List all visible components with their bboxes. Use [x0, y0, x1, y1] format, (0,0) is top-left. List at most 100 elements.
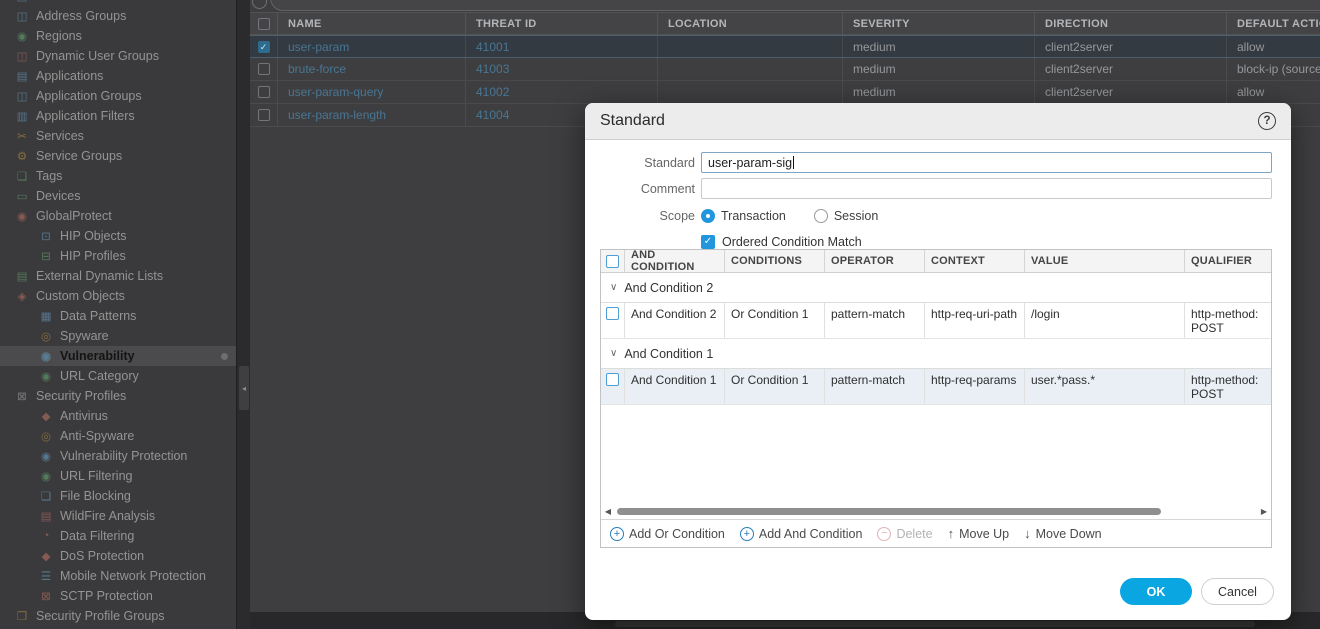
condition-row[interactable]: And Condition 2 Or Condition 1 pattern-m…: [601, 303, 1271, 339]
move-up-button[interactable]: ↑ Move Up: [948, 526, 1010, 541]
column-header-threat-id[interactable]: THREAT ID: [466, 13, 658, 34]
tags-icon: ❏: [16, 171, 28, 183]
sidebar-item-devices[interactable]: ▭ Devices: [0, 186, 236, 206]
sidebar-item-dos-protection[interactable]: ◆ DoS Protection: [0, 546, 236, 566]
ok-button[interactable]: OK: [1120, 578, 1192, 605]
sidebar-item-anti-spyware[interactable]: ◎ Anti-Spyware: [0, 426, 236, 446]
sidebar-item-hip-profiles[interactable]: ⊟ HIP Profiles: [0, 246, 236, 266]
threat-id-link[interactable]: 41002: [476, 85, 509, 99]
row-checkbox[interactable]: ✓: [257, 40, 270, 53]
sidebar-item-external-dynamic-lists[interactable]: ▤ External Dynamic Lists: [0, 266, 236, 286]
devices-icon: ▭: [16, 191, 28, 203]
column-header-name[interactable]: NAME: [278, 13, 466, 34]
name-link[interactable]: user-param-query: [288, 85, 383, 99]
column-header-direction[interactable]: DIRECTION: [1035, 13, 1227, 34]
condition-checkbox[interactable]: [606, 307, 619, 320]
condition-row[interactable]: And Condition 1 Or Condition 1 pattern-m…: [601, 369, 1271, 405]
chevron-down-icon[interactable]: ∨: [610, 348, 617, 359]
column-header-and-condition[interactable]: AND CONDITION: [625, 250, 725, 272]
move-down-button[interactable]: ↓ Move Down: [1024, 526, 1102, 541]
sidebar-item-url-category[interactable]: ◉ URL Category: [0, 366, 236, 386]
row-checkbox[interactable]: [257, 63, 270, 75]
sidebar-item-file-blocking[interactable]: ❏ File Blocking: [0, 486, 236, 506]
column-header-context[interactable]: CONTEXT: [925, 250, 1025, 272]
cancel-button[interactable]: Cancel: [1201, 578, 1274, 605]
sidebar-item-regions[interactable]: ◉ Regions: [0, 26, 236, 46]
delete-button[interactable]: − Delete: [877, 526, 933, 541]
scrollbar-thumb[interactable]: [617, 508, 1162, 515]
scroll-left-icon[interactable]: ◀: [604, 507, 612, 516]
sidebar-item-label: External Dynamic Lists: [36, 269, 164, 283]
column-header-operator[interactable]: OPERATOR: [825, 250, 925, 272]
table-header-row: NAME THREAT ID LOCATION SEVERITY DIRECTI…: [250, 12, 1320, 35]
scope-session-radio[interactable]: [813, 209, 828, 223]
name-link[interactable]: user-param-length: [288, 108, 386, 122]
delete-label: Delete: [896, 526, 933, 541]
sidebar-item-spyware[interactable]: ◎ Spyware: [0, 326, 236, 346]
sidebar-item-security-profile-groups[interactable]: ❐ Security Profile Groups: [0, 606, 236, 626]
comment-input[interactable]: [701, 178, 1272, 199]
sidebar-item-wildfire-analysis[interactable]: ▤ WildFire Analysis: [0, 506, 236, 526]
select-all-checkbox[interactable]: [257, 17, 270, 30]
scope-transaction-radio[interactable]: [701, 209, 715, 223]
sidebar-item-tags[interactable]: ❏ Tags: [0, 166, 236, 186]
sidebar-item-vulnerability[interactable]: ◉ Vulnerability: [0, 346, 236, 366]
ordered-condition-checkbox[interactable]: ✓: [701, 235, 715, 249]
sidebar-item-vulnerability-protection[interactable]: ◉ Vulnerability Protection: [0, 446, 236, 466]
add-and-condition-button[interactable]: + Add And Condition: [739, 526, 862, 541]
column-header-qualifier[interactable]: QUALIFIER: [1185, 250, 1271, 272]
sidebar-item-applications[interactable]: ▤ Applications: [0, 66, 236, 86]
table-row[interactable]: brute-force 41003 medium client2server b…: [250, 58, 1320, 81]
sidebar-item-antivirus[interactable]: ◆ Antivirus: [0, 406, 236, 426]
sidebar-item-data-filtering[interactable]: ◔ Data Filtering: [0, 526, 236, 546]
sidebar-collapse-handle[interactable]: ◂: [239, 366, 249, 410]
search-input[interactable]: [270, 0, 1320, 11]
threat-id-link[interactable]: 41003: [476, 62, 509, 76]
sidebar-item-services[interactable]: ✂ Services: [0, 126, 236, 146]
conditions-select-all-checkbox[interactable]: [606, 254, 619, 268]
sidebar-item-security-profiles[interactable]: ⊠ Security Profiles: [0, 386, 236, 406]
condition-group-row[interactable]: ∨ And Condition 1: [601, 339, 1271, 369]
column-header-location[interactable]: LOCATION: [658, 13, 843, 34]
sidebar-item-label: Applications: [36, 69, 104, 83]
sidebar-item-label: WildFire Analysis: [60, 509, 156, 523]
sidebar-item-application-filters[interactable]: ▥ Application Filters: [0, 106, 236, 126]
threat-id-link[interactable]: 41004: [476, 108, 509, 122]
condition-checkbox[interactable]: [606, 373, 619, 386]
sidebar-item-dynamic-user-groups[interactable]: ◫ Dynamic User Groups: [0, 46, 236, 66]
name-link[interactable]: brute-force: [288, 62, 346, 76]
row-checkbox[interactable]: [257, 109, 270, 121]
sidebar-item-application-groups[interactable]: ◫ Application Groups: [0, 86, 236, 106]
sidebar-item-url-filtering[interactable]: ◉ URL Filtering: [0, 466, 236, 486]
sidebar-item-mobile-network-protection[interactable]: ☰ Mobile Network Protection: [0, 566, 236, 586]
custom-objects-icon: ◈: [17, 291, 27, 303]
sidebar-item-data-patterns[interactable]: ▦ Data Patterns: [0, 306, 236, 326]
column-header-conditions[interactable]: CONDITIONS: [725, 250, 825, 272]
column-header-default-action[interactable]: DEFAULT ACTION: [1227, 13, 1320, 34]
sidebar-item-sctp-protection[interactable]: ⊠ SCTP Protection: [0, 586, 236, 606]
add-or-condition-button[interactable]: + Add Or Condition: [610, 526, 725, 541]
chevron-down-icon[interactable]: ∨: [610, 282, 617, 293]
sidebar-item-service-groups[interactable]: ⚙ Service Groups: [0, 146, 236, 166]
scope-field-row: Scope Transaction Session: [585, 209, 1272, 223]
name-link[interactable]: user-param: [288, 40, 349, 54]
sidebar-item-label: Services: [36, 129, 84, 143]
table-row[interactable]: ✓ user-param 41001 medium client2server …: [250, 35, 1320, 58]
scroll-right-icon[interactable]: ▶: [1260, 507, 1268, 516]
column-header-severity[interactable]: SEVERITY: [843, 13, 1035, 34]
sidebar-item-globalprotect[interactable]: ◉ GlobalProtect: [0, 206, 236, 226]
sidebar-item-hip-objects[interactable]: ⊡ HIP Objects: [0, 226, 236, 246]
threat-id-link[interactable]: 41001: [476, 40, 509, 54]
regions-icon: ◉: [16, 31, 28, 43]
sidebar-item-address-groups[interactable]: ◫ Address Groups: [0, 6, 236, 26]
condition-group-row[interactable]: ∨ And Condition 2: [601, 273, 1271, 303]
standard-name-input[interactable]: [701, 152, 1272, 173]
row-checkbox[interactable]: [257, 86, 270, 98]
sidebar-item-custom-objects[interactable]: ◈ Custom Objects: [0, 286, 236, 306]
name-cell: user-param-query: [278, 81, 466, 103]
table-row[interactable]: user-param-query 41002 medium client2ser…: [250, 81, 1320, 104]
help-icon[interactable]: ?: [1258, 112, 1276, 130]
column-header-value[interactable]: VALUE: [1025, 250, 1185, 272]
url-filtering-icon: ◉: [40, 471, 52, 483]
default-action-cell: allow: [1237, 85, 1265, 99]
